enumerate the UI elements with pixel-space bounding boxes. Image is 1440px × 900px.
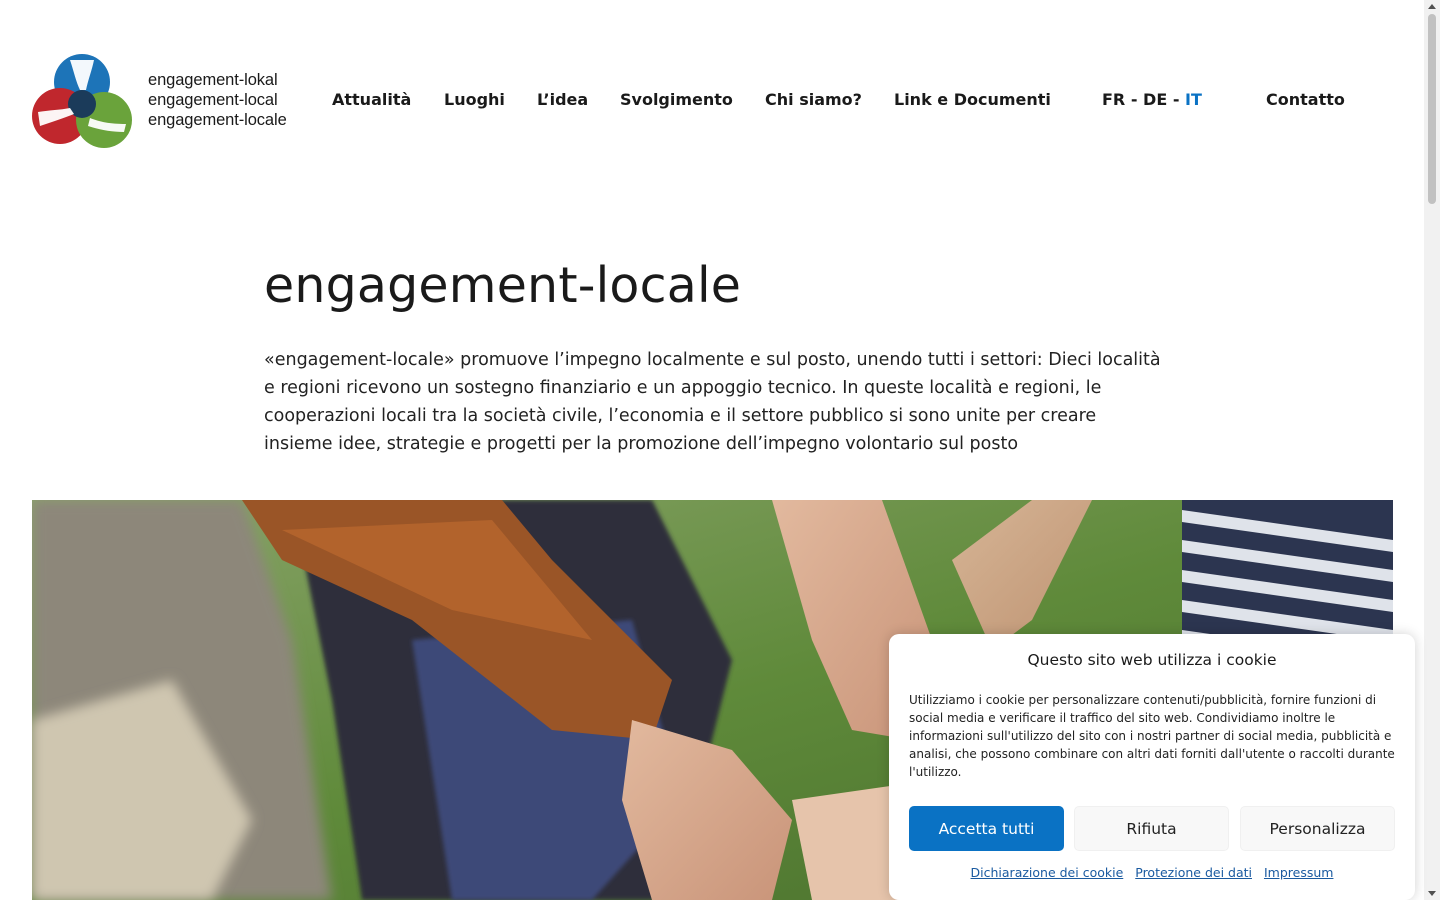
lang-separator: - — [1125, 90, 1144, 109]
logo-line-de: engagement-lokal — [148, 71, 278, 89]
cookie-banner: Questo sito web utilizza i cookie Utiliz… — [889, 634, 1415, 900]
logo-line-it: engagement-locale — [148, 111, 287, 129]
logo-icon[interactable] — [30, 52, 134, 150]
nav-item-contatto[interactable]: Contatto — [1266, 90, 1345, 110]
accept-all-button[interactable]: Accetta tutti — [909, 806, 1064, 851]
logo-line-fr: engagement-local — [148, 91, 278, 109]
customize-button[interactable]: Personalizza — [1240, 806, 1395, 851]
intro-paragraph: «engagement-locale» promuove l’impegno l… — [264, 350, 1161, 454]
scroll-down-arrow-icon[interactable] — [1428, 891, 1436, 896]
logo-text[interactable]: engagement-lokal engagement-local engage… — [148, 70, 287, 130]
lang-it[interactable]: IT — [1185, 90, 1202, 109]
nav-item-idea[interactable]: L’idea — [537, 90, 588, 110]
cookie-banner-title: Questo sito web utilizza i cookie — [1027, 651, 1277, 669]
impressum-link[interactable]: Impressum — [1264, 865, 1333, 880]
nav-item-chi-siamo[interactable]: Chi siamo? — [765, 90, 862, 110]
cookie-banner-text: Utilizziamo i cookie per personalizzare … — [909, 693, 1395, 779]
language-switcher: FR - DE - IT — [1102, 90, 1202, 110]
cookie-statement-link[interactable]: Dichiarazione dei cookie — [971, 865, 1124, 880]
scroll-up-arrow-icon[interactable] — [1428, 4, 1436, 9]
lang-fr[interactable]: FR — [1102, 90, 1125, 109]
scrollbar-thumb[interactable] — [1428, 14, 1436, 204]
page-title: engagement-locale — [264, 257, 742, 314]
nav-item-luoghi[interactable]: Luoghi — [444, 90, 505, 110]
nav-item-attualita[interactable]: Attualità — [332, 90, 411, 110]
cookie-links: Dichiarazione dei cookie Protezione dei … — [889, 865, 1415, 880]
nav-item-svolgimento[interactable]: Svolgimento — [620, 90, 733, 110]
site-header: engagement-lokal engagement-local engage… — [0, 0, 1424, 200]
privacy-link[interactable]: Protezione dei dati — [1135, 865, 1252, 880]
lang-separator: - — [1167, 90, 1186, 109]
page-scrollbar[interactable] — [1424, 0, 1440, 900]
lang-de[interactable]: DE — [1143, 90, 1167, 109]
nav-item-link-documenti[interactable]: Link e Documenti — [894, 90, 1051, 110]
deny-button[interactable]: Rifiuta — [1074, 806, 1229, 851]
